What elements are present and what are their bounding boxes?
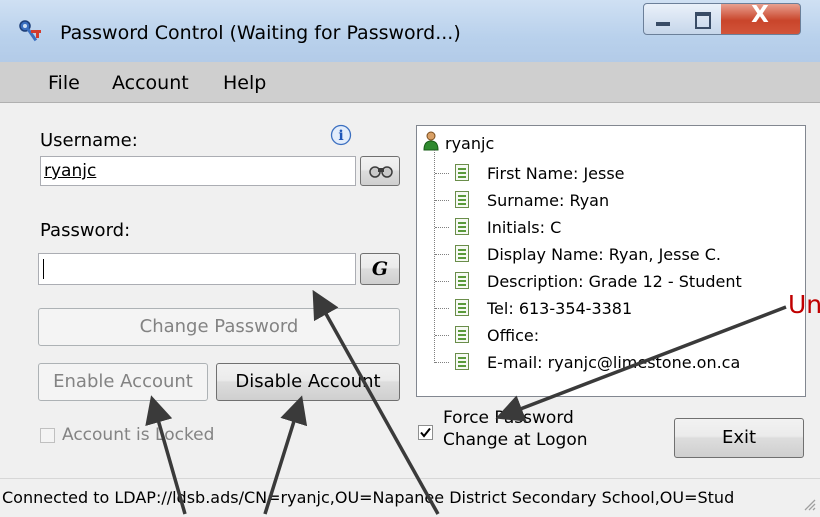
tree-item-label: Tel: 613-354-3381 [487, 299, 633, 318]
menu-file[interactable]: File [48, 72, 80, 94]
document-icon [455, 272, 469, 289]
resize-grip-icon[interactable] [802, 497, 816, 511]
menu-bar: File Account Help [0, 62, 820, 103]
tree-item-label: Surname: Ryan [487, 191, 610, 210]
tree-item[interactable]: Surname: Ryan [417, 189, 805, 213]
status-bar: Connected to LDAP://ldsb.ads/CN=ryanjc,O… [0, 478, 820, 517]
tree-item[interactable]: Initials: C [417, 216, 805, 240]
close-icon: X [751, 2, 769, 28]
username-value: ryanjc [44, 161, 97, 181]
text-cursor [43, 259, 44, 279]
annotation-label: Unc [788, 290, 820, 319]
username-field[interactable]: ryanjc [40, 156, 356, 186]
user-icon [423, 131, 439, 151]
menu-help[interactable]: Help [223, 72, 266, 94]
force-password-label-line1: Force Password [443, 408, 574, 428]
menu-account[interactable]: Account [112, 72, 189, 94]
tree-item[interactable]: Description: Grade 12 - Student [417, 270, 805, 294]
info-icon[interactable]: i [330, 124, 352, 146]
tree-item[interactable]: Office: [417, 324, 805, 348]
document-icon [455, 191, 469, 208]
generate-password-button[interactable]: G [360, 253, 400, 285]
tree-item-label: Initials: C [487, 218, 562, 237]
enable-account-button[interactable]: Enable Account [38, 363, 208, 401]
document-icon [455, 326, 469, 343]
tree-item-label: Display Name: Ryan, Jesse C. [487, 245, 721, 264]
document-icon [455, 299, 469, 316]
status-text: Connected to LDAP://ldsb.ads/CN=ryanjc,O… [2, 488, 735, 507]
password-control-window: Password Control (Waiting for Password..… [0, 0, 820, 517]
maximize-icon [695, 12, 711, 29]
force-password-label-line2: Change at Logon [443, 430, 588, 450]
tree-item-label: E-mail: ryanjc@limestone.on.ca [487, 353, 741, 372]
minimize-button[interactable] [643, 3, 683, 35]
lookup-user-button[interactable] [360, 156, 400, 186]
window-title: Password Control (Waiting for Password..… [60, 22, 461, 44]
title-bar[interactable]: Password Control (Waiting for Password..… [0, 0, 820, 62]
maximize-button[interactable] [682, 3, 722, 35]
password-label: Password: [40, 220, 131, 241]
tree-connector [434, 150, 435, 363]
tree-item-label: Description: Grade 12 - Student [487, 272, 742, 291]
account-locked-checkbox[interactable] [40, 428, 55, 443]
tree-item[interactable]: E-mail: ryanjc@limestone.on.ca [417, 351, 805, 375]
document-icon [455, 245, 469, 262]
tree-item[interactable]: First Name: Jesse [417, 162, 805, 186]
tree-item-label: Office: [487, 326, 540, 345]
svg-text:i: i [338, 128, 343, 144]
minimize-icon [656, 22, 670, 26]
tree-item[interactable]: Display Name: Ryan, Jesse C. [417, 243, 805, 267]
force-password-change-checkbox[interactable] [418, 425, 433, 440]
tree-item-label: First Name: Jesse [487, 164, 625, 183]
exit-button[interactable]: Exit [674, 418, 804, 458]
checkmark-icon [420, 427, 431, 438]
close-button[interactable]: X [721, 2, 801, 35]
document-icon [455, 353, 469, 370]
change-password-button[interactable]: Change Password [38, 308, 400, 346]
password-field[interactable] [38, 253, 356, 285]
binoculars-icon [369, 166, 393, 178]
document-icon [455, 164, 469, 181]
user-info-tree[interactable]: ryanjc First Name: Jesse Surname: Ryan I… [416, 125, 806, 397]
disable-account-button[interactable]: Disable Account [216, 363, 400, 401]
tree-item[interactable]: Tel: 613-354-3381 [417, 297, 805, 321]
key-app-icon [19, 20, 41, 42]
username-label: Username: [40, 130, 138, 151]
account-locked-label: Account is Locked [62, 425, 215, 445]
document-icon [455, 218, 469, 235]
tree-root-label: ryanjc [445, 134, 495, 153]
